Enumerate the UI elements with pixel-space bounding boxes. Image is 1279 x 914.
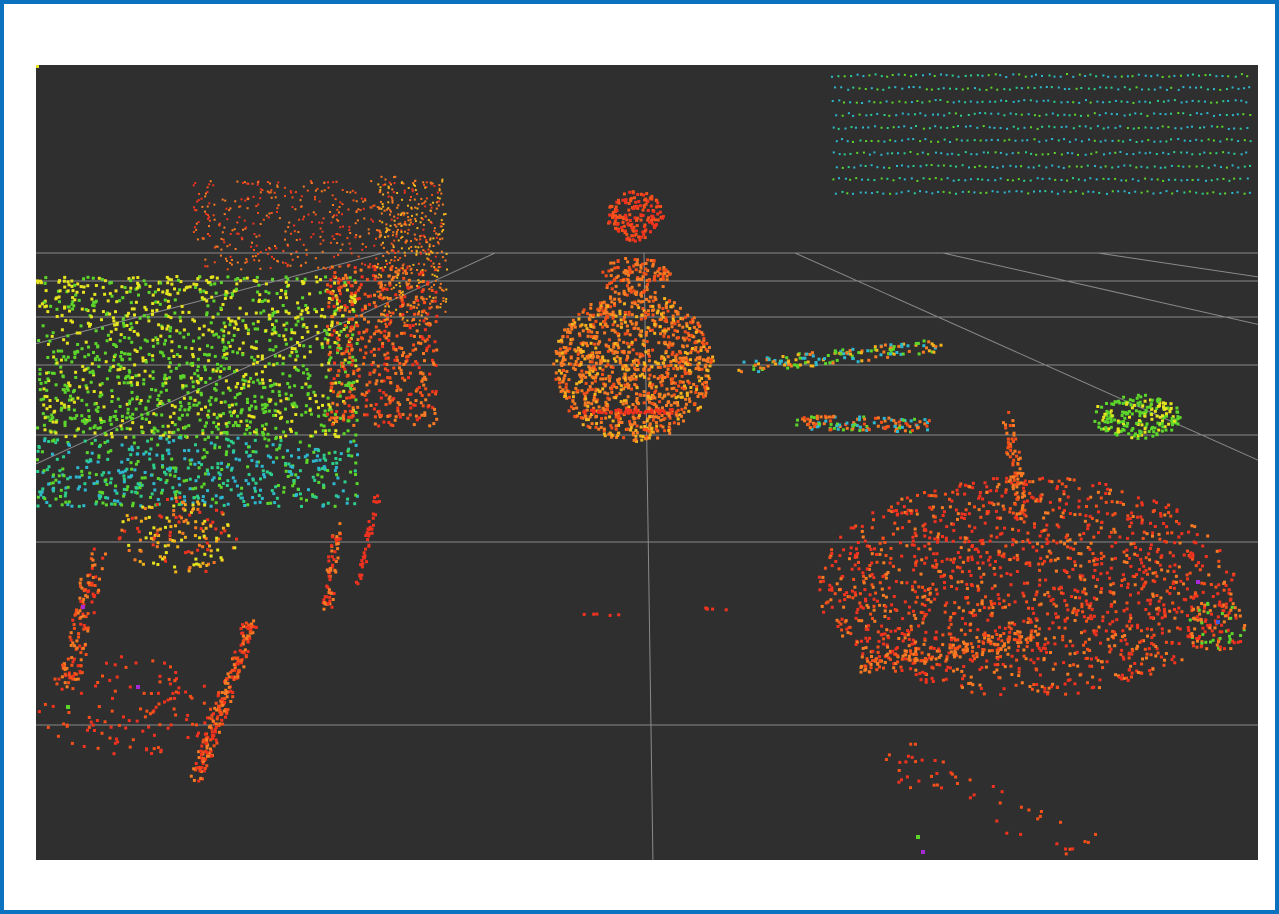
grid-line: [1097, 252, 1258, 278]
point-cloud-render: [36, 65, 1258, 860]
3d-viewport[interactable]: [36, 65, 1258, 860]
image-frame: [0, 0, 1279, 914]
grid-line: [36, 252, 496, 465]
point-cloud: [36, 65, 1252, 856]
ground-grid: [36, 252, 1258, 860]
